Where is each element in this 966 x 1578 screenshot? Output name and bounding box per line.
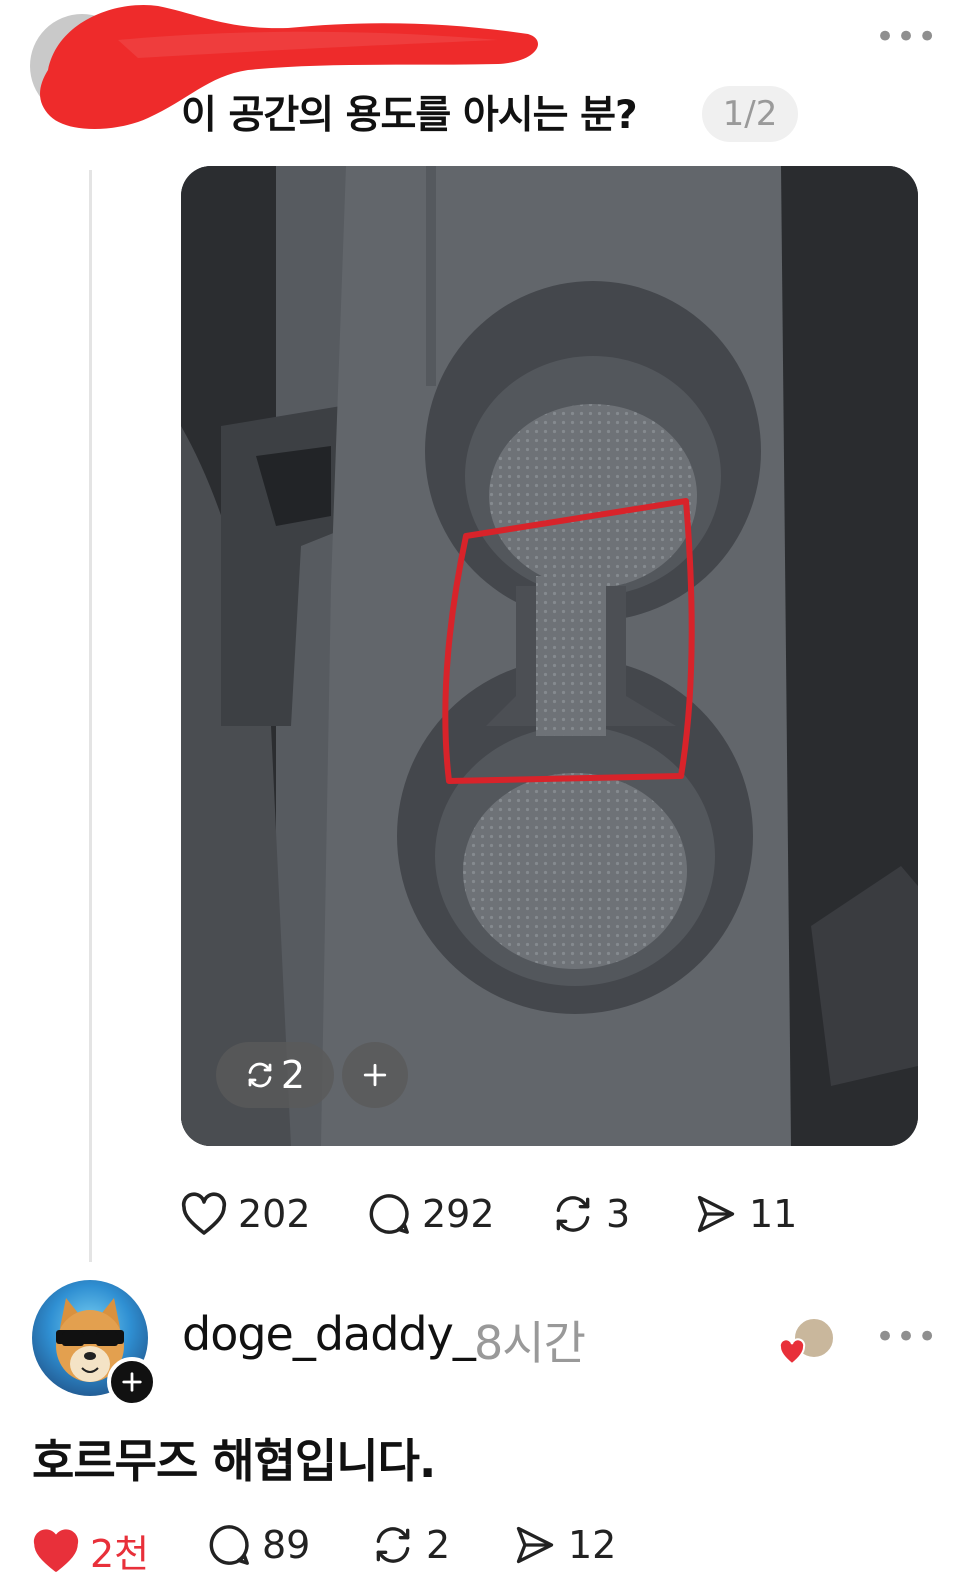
repost-icon xyxy=(556,1196,590,1232)
image-repost-count: 2 xyxy=(280,1053,306,1097)
post-photo[interactable] xyxy=(181,166,918,1146)
heart-icon xyxy=(33,1528,79,1572)
reply-share-count: 12 xyxy=(568,1523,617,1567)
reply-comment-button[interactable]: 89 xyxy=(206,1523,310,1567)
like-button[interactable]: 202 xyxy=(180,1192,311,1236)
repost-icon xyxy=(248,1062,272,1088)
reply-repost-button[interactable]: 2 xyxy=(370,1523,450,1567)
plus-icon xyxy=(363,1063,387,1087)
repost-icon xyxy=(376,1527,410,1563)
image-add-button[interactable] xyxy=(342,1042,408,1108)
reply-more-button[interactable]: ••• xyxy=(875,1320,938,1354)
reply-time: 8시간 xyxy=(474,1316,586,1370)
share-icon xyxy=(516,1526,554,1564)
post-text: 이 공간의 용도를 아시는 분? xyxy=(181,93,638,138)
plus-icon xyxy=(122,1372,142,1392)
comment-button[interactable]: 292 xyxy=(366,1192,495,1236)
reply-like-count: 2천 xyxy=(90,1532,150,1576)
image-page-indicator: 1/2 xyxy=(702,86,798,142)
share-count: 11 xyxy=(749,1192,798,1236)
reply-comment-count: 89 xyxy=(262,1523,311,1567)
follow-button[interactable] xyxy=(107,1357,157,1407)
heart-icon xyxy=(181,1192,227,1235)
reply-share-button[interactable]: 12 xyxy=(512,1523,616,1567)
image-repost-badge[interactable]: 2 xyxy=(216,1042,334,1108)
reply-repost-count: 2 xyxy=(426,1523,451,1567)
reply-username[interactable]: doge_daddy_ xyxy=(182,1307,476,1361)
like-count: 202 xyxy=(238,1192,311,1236)
comment-count: 292 xyxy=(422,1192,495,1236)
comment-icon xyxy=(369,1194,409,1234)
repost-count: 3 xyxy=(606,1192,631,1236)
share-icon xyxy=(697,1195,735,1233)
thread-line xyxy=(89,170,92,1262)
comment-icon xyxy=(209,1525,249,1565)
repost-button[interactable]: 3 xyxy=(550,1192,630,1236)
share-button[interactable]: 11 xyxy=(693,1192,797,1236)
reply-like-button[interactable]: 2천 xyxy=(32,1523,149,1578)
liked-by-author-indicator xyxy=(778,1316,838,1368)
reply-text: 호르무즈 해협입니다. xyxy=(32,1434,436,1488)
post-more-button[interactable]: ••• xyxy=(875,20,938,54)
